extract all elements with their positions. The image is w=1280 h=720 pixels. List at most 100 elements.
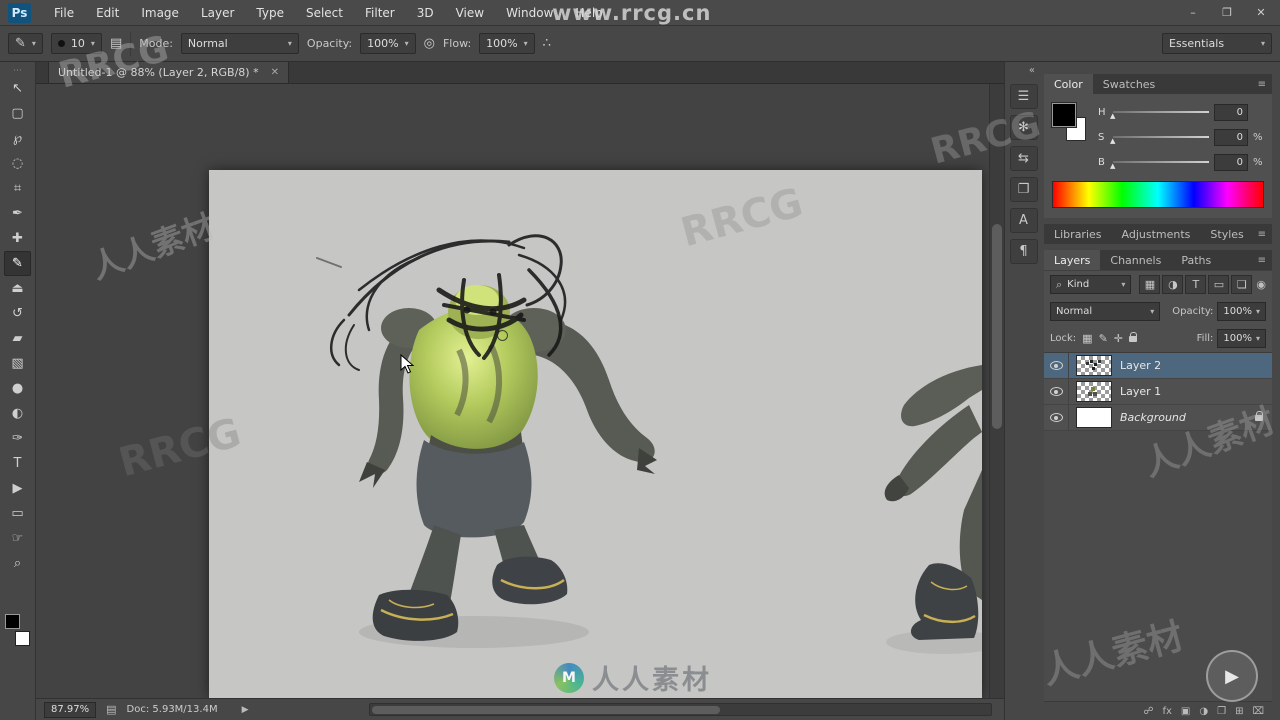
adjustments-panel-icon[interactable]: ✻ xyxy=(1009,115,1038,140)
tab-libraries[interactable]: Libraries xyxy=(1044,224,1112,244)
layer-blend-mode-select[interactable]: Normal ▾ xyxy=(1050,302,1161,321)
photoshop-logo[interactable]: Ps xyxy=(8,2,31,23)
pen-tool[interactable]: ✑ xyxy=(4,426,31,451)
minimize-button[interactable]: – xyxy=(1186,6,1200,19)
eyedropper-tool[interactable]: ✒ xyxy=(4,201,31,226)
new-layer-icon[interactable]: ⊞ xyxy=(1235,706,1243,717)
eraser-tool[interactable]: ▰ xyxy=(4,326,31,351)
canvas-area[interactable]: M 人人素材 xyxy=(36,84,1004,698)
workspace-select[interactable]: Essentials ▾ xyxy=(1162,33,1272,54)
gradient-tool[interactable]: ▧ xyxy=(4,351,31,376)
active-color-swatch[interactable] xyxy=(1051,102,1088,145)
healing-brush-tool[interactable]: ✚ xyxy=(4,226,31,251)
collapse-panels-icon[interactable]: « xyxy=(1029,65,1035,76)
foreground-color-swatch[interactable] xyxy=(5,614,20,629)
brush-preset-picker[interactable]: 10 ▾ xyxy=(50,33,102,54)
layer-fill-select[interactable]: 100% ▾ xyxy=(1217,329,1266,348)
character-panel-icon[interactable]: A xyxy=(1009,208,1038,233)
slider-thumb-icon[interactable]: ▲ xyxy=(1110,162,1115,170)
menu-item-type[interactable]: Type xyxy=(245,0,295,26)
paragraph-panel-icon[interactable]: ¶ xyxy=(1009,239,1038,264)
blur-tool[interactable]: ● xyxy=(4,376,31,401)
document-icon[interactable]: ▤ xyxy=(106,703,116,716)
blend-mode-select[interactable]: Normal ▾ xyxy=(180,33,299,54)
adjustment-layer-icon[interactable]: ◑ xyxy=(1199,706,1208,717)
vertical-scrollbar-thumb[interactable] xyxy=(992,224,1002,429)
close-button[interactable]: ✕ xyxy=(1254,6,1268,19)
layer-effects-icon[interactable]: fx xyxy=(1162,706,1171,717)
lock-position-icon[interactable]: ✛ xyxy=(1114,332,1123,345)
info-panel-icon[interactable]: ❐ xyxy=(1009,177,1038,202)
add-layer-mask-icon[interactable]: ▣ xyxy=(1181,706,1190,717)
color-spectrum-ramp[interactable] xyxy=(1052,181,1264,208)
layer-row-layer2[interactable]: Layer 2 xyxy=(1044,353,1272,379)
background-color-swatch[interactable] xyxy=(15,631,30,646)
menu-item-view[interactable]: View xyxy=(445,0,495,26)
tool-preset-picker[interactable]: ✎ ▾ xyxy=(8,33,43,54)
pen-pressure-opacity-icon[interactable]: ◎ xyxy=(424,36,435,51)
menu-item-file[interactable]: File xyxy=(43,0,85,26)
menu-item-help[interactable]: Help xyxy=(564,0,613,26)
zoom-tool[interactable]: ⌕ xyxy=(4,551,31,576)
horizontal-scrollbar[interactable] xyxy=(368,703,992,716)
layer-row-layer1[interactable]: Layer 1 xyxy=(1044,379,1272,405)
vertical-scrollbar[interactable] xyxy=(989,84,1004,698)
panel-menu-icon[interactable]: ≡ xyxy=(1258,229,1266,240)
layer-visibility-toggle[interactable] xyxy=(1044,353,1069,378)
tab-paths[interactable]: Paths xyxy=(1171,250,1221,270)
saturation-value-field[interactable]: 0 xyxy=(1214,128,1248,146)
maximize-button[interactable]: ❐ xyxy=(1220,6,1234,19)
lasso-tool[interactable]: ℘ xyxy=(4,126,31,151)
layer-thumbnail[interactable] xyxy=(1076,381,1112,402)
hue-value-field[interactable]: 0 xyxy=(1214,103,1248,121)
filter-adjustment-layers-icon[interactable]: ◑ xyxy=(1162,275,1184,294)
hue-slider[interactable]: ▲ xyxy=(1110,111,1209,120)
delete-layer-icon[interactable]: ⌧ xyxy=(1252,706,1264,717)
lock-pixels-icon[interactable]: ✎ xyxy=(1099,332,1108,345)
filter-type-layers-icon[interactable]: T xyxy=(1185,275,1207,294)
new-group-icon[interactable]: ❐ xyxy=(1217,706,1226,717)
history-brush-tool[interactable]: ↺ xyxy=(4,301,31,326)
layer-thumbnail[interactable] xyxy=(1076,355,1112,376)
filter-kind-select[interactable]: ⌕ Kind ▾ xyxy=(1050,275,1132,294)
hand-tool[interactable]: ☞ xyxy=(4,526,31,551)
opacity-select[interactable]: 100% ▾ xyxy=(360,33,416,54)
zoom-level-field[interactable]: 87.97% xyxy=(44,701,97,718)
move-tool[interactable]: ↖ xyxy=(4,76,31,101)
layer-thumbnail[interactable] xyxy=(1076,407,1112,428)
foreground-color-chip[interactable] xyxy=(1051,102,1077,128)
horizontal-scrollbar-thumb[interactable] xyxy=(371,705,720,714)
brightness-slider[interactable]: ▲ xyxy=(1110,161,1209,170)
tab-layers[interactable]: Layers xyxy=(1044,250,1101,270)
panel-menu-icon[interactable]: ≡ xyxy=(1258,79,1266,90)
toolbar-grip[interactable]: ⋯ xyxy=(13,66,22,76)
panel-menu-icon[interactable]: ≡ xyxy=(1258,255,1266,266)
airbrush-icon[interactable]: ∴ xyxy=(543,36,551,51)
filter-pixel-layers-icon[interactable]: ▦ xyxy=(1139,275,1161,294)
status-options-icon[interactable]: ▶ xyxy=(242,705,249,715)
menu-item-3d[interactable]: 3D xyxy=(406,0,445,26)
menu-item-window[interactable]: Window xyxy=(495,0,564,26)
slider-thumb-icon[interactable]: ▲ xyxy=(1110,112,1115,120)
tab-swatches[interactable]: Swatches xyxy=(1093,74,1166,94)
menu-item-image[interactable]: Image xyxy=(130,0,190,26)
layer-visibility-toggle[interactable] xyxy=(1044,405,1069,430)
lock-all-icon[interactable] xyxy=(1129,331,1138,342)
saturation-slider[interactable]: ▲ xyxy=(1110,136,1209,145)
flow-select[interactable]: 100% ▾ xyxy=(479,33,535,54)
type-tool[interactable]: T xyxy=(4,451,31,476)
layer-row-background[interactable]: Background xyxy=(1044,405,1272,431)
canvas-document[interactable]: M 人人素材 xyxy=(209,170,982,698)
layer-filter-toggle-icon[interactable]: ◉ xyxy=(1256,278,1266,291)
crop-tool[interactable]: ⌗ xyxy=(4,176,31,201)
quick-selection-tool[interactable]: ◌ xyxy=(4,151,31,176)
rectangle-tool[interactable]: ▭ xyxy=(4,501,31,526)
brightness-value-field[interactable]: 0 xyxy=(1214,153,1248,171)
tab-color[interactable]: Color xyxy=(1044,74,1093,94)
filter-shape-layers-icon[interactable]: ▭ xyxy=(1208,275,1230,294)
document-tab[interactable]: Untitled-1 @ 88% (Layer 2, RGB/8) * ✕ xyxy=(48,61,289,83)
path-selection-tool[interactable]: ▶ xyxy=(4,476,31,501)
tab-channels[interactable]: Channels xyxy=(1100,250,1171,270)
menu-item-filter[interactable]: Filter xyxy=(354,0,406,26)
toggle-brush-panel-icon[interactable]: ▤ xyxy=(110,36,122,51)
